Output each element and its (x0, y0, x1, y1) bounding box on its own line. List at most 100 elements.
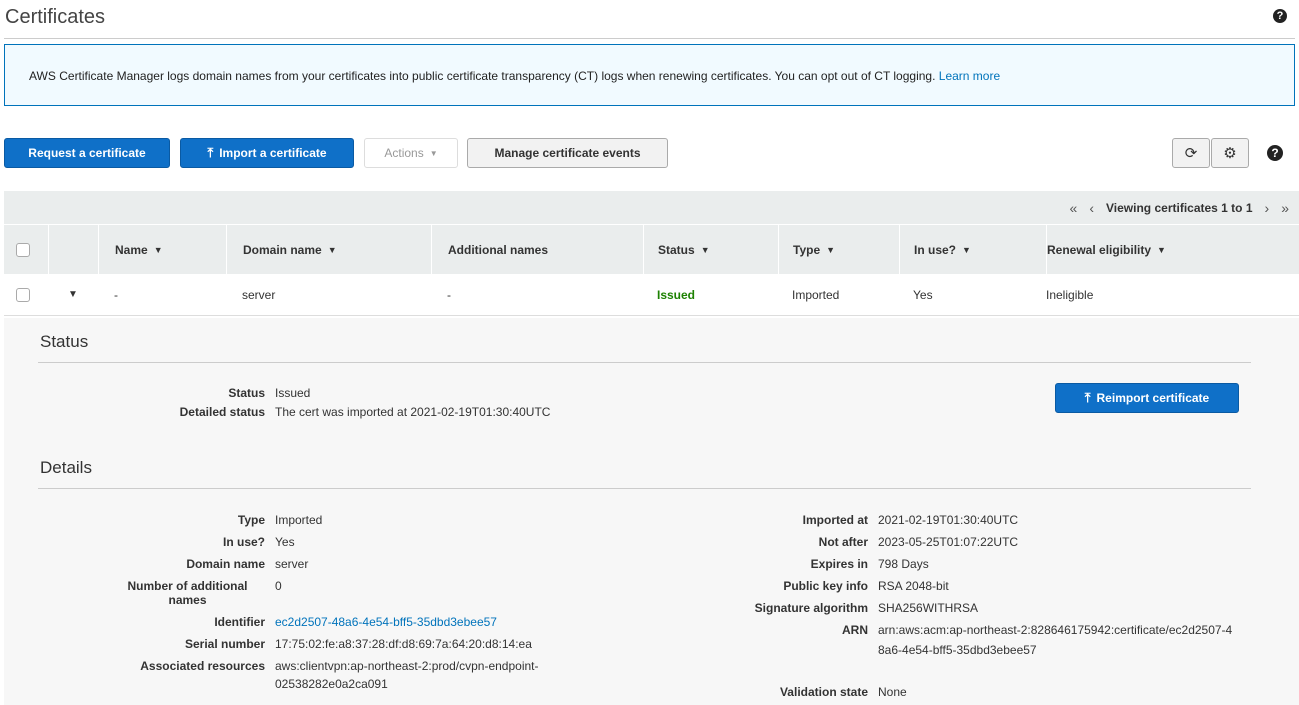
detail-serial-number: Serial number 17:75:02:fe:a8:37:28:df:d8… (100, 637, 532, 651)
cell-status: Issued (657, 287, 696, 302)
refresh-button[interactable]: ⟳ (1172, 138, 1210, 168)
gear-icon: ⚙ (1223, 145, 1237, 162)
detail-signature-algorithm: Signature algorithm SHA256WITHRSA (700, 601, 978, 615)
sort-icon: ▼ (327, 244, 337, 255)
expand-toggle-icon[interactable]: ▼ (68, 274, 78, 315)
request-certificate-button[interactable]: Request a certificate (4, 138, 170, 168)
certificates-table: « ‹ Viewing certificates 1 to 1 › » Name… (4, 191, 1299, 316)
table-header: Name ▼ Domain name ▼ Additional names Stat… (4, 224, 1299, 274)
detail-in-use-label: In use? (222, 535, 265, 549)
cell-in-use: Yes (913, 287, 933, 302)
sort-icon: ▼ (153, 244, 163, 255)
col-domain-name[interactable]: Domain name ▼ (226, 225, 431, 274)
row-checkbox[interactable] (16, 287, 30, 302)
detail-validation-label: Validation state (779, 685, 868, 699)
reimport-label: Reimport certificate (1096, 391, 1210, 405)
detail-not-after-label: Not after (818, 535, 868, 549)
col-type[interactable]: Type ▼ (778, 225, 899, 274)
detail-not-after-value: 2023-05-25T01:07:22UTC (878, 535, 1019, 549)
status-label: Status (228, 386, 265, 400)
detail-arn-value: arn:aws:acm:ap-northeast-2:828646175942:… (878, 623, 1233, 657)
col-type-label: Type (793, 242, 821, 257)
detail-type-value: Imported (275, 513, 323, 527)
actions-dropdown[interactable]: Actions ▼ (364, 138, 458, 168)
caret-down-icon: ▼ (429, 148, 438, 158)
title-divider (4, 38, 1295, 39)
detailed-status-value: The cert was imported at 2021-02-19T01:3… (275, 405, 551, 419)
detail-expires-value: 798 Days (878, 557, 929, 571)
detail-signature-value: SHA256WITHRSA (878, 601, 979, 615)
next-page-icon[interactable]: › (1265, 200, 1270, 216)
col-status[interactable]: Status ▼ (643, 225, 778, 274)
actions-label: Actions (384, 146, 424, 160)
detail-expires-in: Expires in 798 Days (700, 557, 929, 571)
col-renewal-label: Renewal eligibility (1047, 242, 1152, 257)
expand-col (48, 225, 98, 274)
detail-identifier-label: Identifier (214, 615, 265, 629)
cell-name: - (114, 287, 118, 302)
detailed-status-kv: Detailed status The cert was imported at… (130, 405, 551, 419)
import-certificate-label: Import a certificate (219, 146, 327, 160)
detail-public-key-label: Public key info (783, 579, 868, 593)
detail-additional-label: Number of additional names (127, 579, 248, 607)
import-certificate-button[interactable]: ⤒ Import a certificate (180, 138, 354, 168)
help-icon: ? (1267, 145, 1283, 161)
detail-imported-value: 2021-02-19T01:30:40UTC (878, 513, 1019, 527)
cell-domain-name: server (242, 287, 276, 302)
detail-serial-label: Serial number (184, 637, 265, 651)
detailed-status-label: Detailed status (179, 405, 265, 419)
detail-associated-value: aws:clientvpn:ap-northeast-2:prod/cvpn-e… (275, 659, 539, 691)
detail-arn: ARN arn:aws:acm:ap-northeast-2:828646175… (700, 623, 1238, 660)
sort-icon: ▼ (1157, 244, 1166, 255)
ct-logging-banner: AWS Certificate Manager logs domain name… (4, 44, 1295, 106)
refresh-icon: ⟳ (1184, 145, 1198, 162)
manage-events-label: Manage certificate events (494, 146, 641, 160)
col-in-use[interactable]: In use? ▼ (899, 225, 1046, 274)
upload-icon: ⤒ (1084, 390, 1091, 405)
table-row[interactable]: ▼ - server - Issued Imported Yes Ineligi… (4, 274, 1299, 316)
detail-type-label: Type (237, 513, 265, 527)
sort-icon: ▼ (826, 244, 836, 255)
col-additional-names: Additional names (431, 225, 643, 274)
banner-text: AWS Certificate Manager logs domain name… (29, 69, 936, 83)
col-additional-label: Additional names (448, 242, 549, 257)
last-page-icon[interactable]: » (1281, 200, 1289, 216)
col-status-label: Status (658, 242, 695, 257)
col-in-use-label: In use? (914, 242, 957, 257)
col-name[interactable]: Name ▼ (98, 225, 226, 274)
first-page-icon[interactable]: « (1070, 200, 1078, 216)
upload-icon: ⤒ (207, 145, 214, 160)
detail-additional-value: 0 (275, 579, 282, 593)
detail-validation-value: None (878, 685, 907, 699)
detail-associated-label: Associated resources (140, 659, 265, 673)
pagination: « ‹ Viewing certificates 1 to 1 › » (1070, 200, 1289, 216)
prev-page-icon[interactable]: ‹ (1089, 200, 1094, 216)
detail-validation-state: Validation state None (700, 685, 907, 699)
detail-arn-label: ARN (842, 623, 868, 637)
details-section-title: Details (40, 458, 92, 477)
col-renewal-eligibility[interactable]: Renewal eligibility ▼ (1046, 225, 1299, 274)
detail-domain-value: server (275, 557, 309, 571)
detail-identifier: Identifier ec2d2507-48a6-4e54-bff5-35dbd… (100, 615, 497, 629)
detail-associated-resources: Associated resources aws:clientvpn:ap-no… (100, 659, 605, 693)
settings-button[interactable]: ⚙ (1211, 138, 1249, 168)
request-certificate-label: Request a certificate (28, 146, 146, 160)
sort-icon: ▼ (962, 244, 971, 255)
reimport-certificate-button[interactable]: ⤒ Reimport certificate (1055, 383, 1239, 413)
identifier-link[interactable]: ec2d2507-48a6-4e54-bff5-35dbd3ebee57 (275, 615, 497, 629)
status-kv: Status Issued (130, 386, 310, 400)
status-value: Issued (275, 386, 311, 400)
help-icon[interactable]: ? (1273, 9, 1287, 23)
detail-public-key-info: Public key info RSA 2048-bit (700, 579, 949, 593)
learn-more-link[interactable]: Learn more (939, 69, 1000, 83)
select-all-checkbox[interactable] (16, 242, 30, 257)
cell-type: Imported (792, 287, 840, 302)
detail-public-key-value: RSA 2048-bit (878, 579, 949, 593)
manage-certificate-events-button[interactable]: Manage certificate events (467, 138, 668, 168)
row-select-cell (16, 274, 30, 315)
detail-in-use: In use? Yes (100, 535, 295, 549)
pager-text: Viewing certificates 1 to 1 (1106, 201, 1253, 215)
status-divider (38, 362, 1251, 363)
help-button[interactable]: ? (1256, 138, 1294, 168)
banner-text-wrap: AWS Certificate Manager logs domain name… (29, 69, 1000, 83)
